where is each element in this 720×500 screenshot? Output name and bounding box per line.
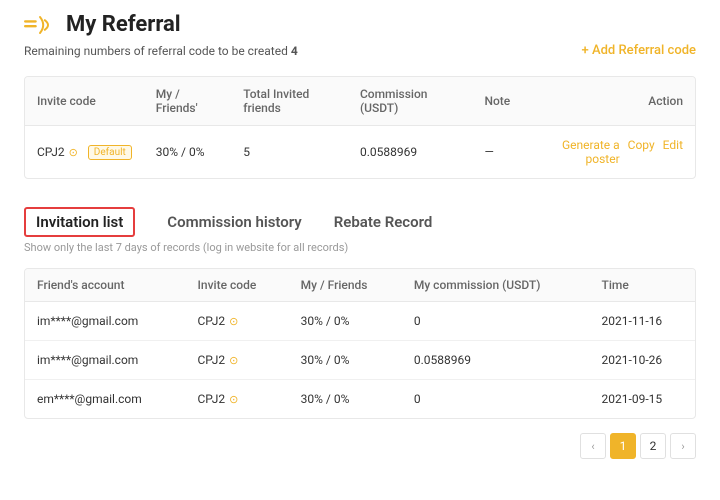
pagination: ‹ 1 2 › — [24, 433, 696, 459]
table-row: im****@gmail.com CPJ2 ⊙ 30% / 0% 0.05889… — [25, 341, 695, 380]
page-1-button[interactable]: 1 — [610, 433, 636, 459]
table-row: em****@gmail.com CPJ2 ⊙ 30% / 0% 0 2021-… — [25, 380, 695, 419]
inv-col-account: Friend's account — [25, 269, 186, 302]
add-referral-button[interactable]: + Add Referral code — [582, 43, 696, 58]
inv-account: im****@gmail.com — [25, 302, 186, 341]
inv-account: em****@gmail.com — [25, 380, 186, 419]
action-generate-a-poster[interactable]: Generate a poster — [534, 138, 619, 166]
col-my-friends: My / Friends' — [144, 77, 231, 126]
inv-copy-icon[interactable]: ⊙ — [229, 315, 238, 328]
page-2-button[interactable]: 2 — [640, 433, 666, 459]
copy-code-icon[interactable]: ⊙ — [69, 146, 78, 159]
col-note: Note — [472, 77, 522, 126]
inv-commission: 0 — [402, 302, 590, 341]
invitation-table-section: Friend's account Invite code My / Friend… — [24, 268, 696, 419]
col-total-invited: Total Invited friends — [231, 77, 348, 126]
referral-actions: Generate a poster Copy Edit — [522, 126, 695, 179]
next-page-button[interactable]: › — [670, 433, 696, 459]
action-copy[interactable]: Copy — [628, 138, 655, 166]
inv-col-commission: My commission (USDT) — [402, 269, 590, 302]
tab-rebate-record[interactable]: Rebate Record — [334, 209, 433, 235]
col-invite-code: Invite code — [25, 77, 144, 126]
referral-my-friends: 30% / 0% — [144, 126, 231, 179]
inv-col-my-friends: My / Friends — [289, 269, 402, 302]
inv-code: CPJ2 ⊙ — [186, 341, 289, 380]
col-commission: Commission (USDT) — [348, 77, 473, 126]
inv-code: CPJ2 ⊙ — [186, 380, 289, 419]
inv-time: 2021-09-15 — [590, 380, 695, 419]
inv-code: CPJ2 ⊙ — [186, 302, 289, 341]
inv-commission: 0 — [402, 380, 590, 419]
remaining-label: Remaining numbers of referral code to be… — [24, 44, 298, 58]
inv-col-time: Time — [590, 269, 695, 302]
referral-note: — — [472, 126, 522, 179]
inv-time: 2021-10-26 — [590, 341, 695, 380]
referral-table-section: Invite code My / Friends' Total Invited … — [24, 76, 696, 179]
inv-commission: 0.0588969 — [402, 341, 590, 380]
tabs-row: Invitation list Commission history Rebat… — [24, 207, 696, 237]
referral-commission: 0.0588969 — [348, 126, 473, 179]
referral-total-invited: 5 — [231, 126, 348, 179]
inv-my-friends: 30% / 0% — [289, 341, 402, 380]
inv-my-friends: 30% / 0% — [289, 302, 402, 341]
inv-time: 2021-11-16 — [590, 302, 695, 341]
table-row: im****@gmail.com CPJ2 ⊙ 30% / 0% 0 2021-… — [25, 302, 695, 341]
tab-invitation-list[interactable]: Invitation list — [24, 207, 135, 237]
table-row: CPJ2 ⊙ Default 30% / 0% 5 0.0588969 — Ge… — [25, 126, 695, 179]
inv-my-friends: 30% / 0% — [289, 380, 402, 419]
inv-account: im****@gmail.com — [25, 341, 186, 380]
inv-copy-icon[interactable]: ⊙ — [229, 354, 238, 367]
invitation-table: Friend's account Invite code My / Friend… — [25, 269, 695, 418]
referral-table: Invite code My / Friends' Total Invited … — [25, 77, 695, 178]
tab-subtitle: Show only the last 7 days of records (lo… — [24, 241, 696, 254]
referral-invite-code: CPJ2 ⊙ Default — [25, 126, 144, 179]
logo-icon — [24, 13, 56, 37]
col-action: Action — [522, 77, 695, 126]
page-title: My Referral — [66, 12, 181, 37]
prev-page-button[interactable]: ‹ — [580, 433, 606, 459]
tab-commission-history[interactable]: Commission history — [167, 209, 301, 235]
default-badge: Default — [88, 145, 132, 160]
action-edit[interactable]: Edit — [663, 138, 683, 166]
inv-copy-icon[interactable]: ⊙ — [229, 393, 238, 406]
inv-col-code: Invite code — [186, 269, 289, 302]
